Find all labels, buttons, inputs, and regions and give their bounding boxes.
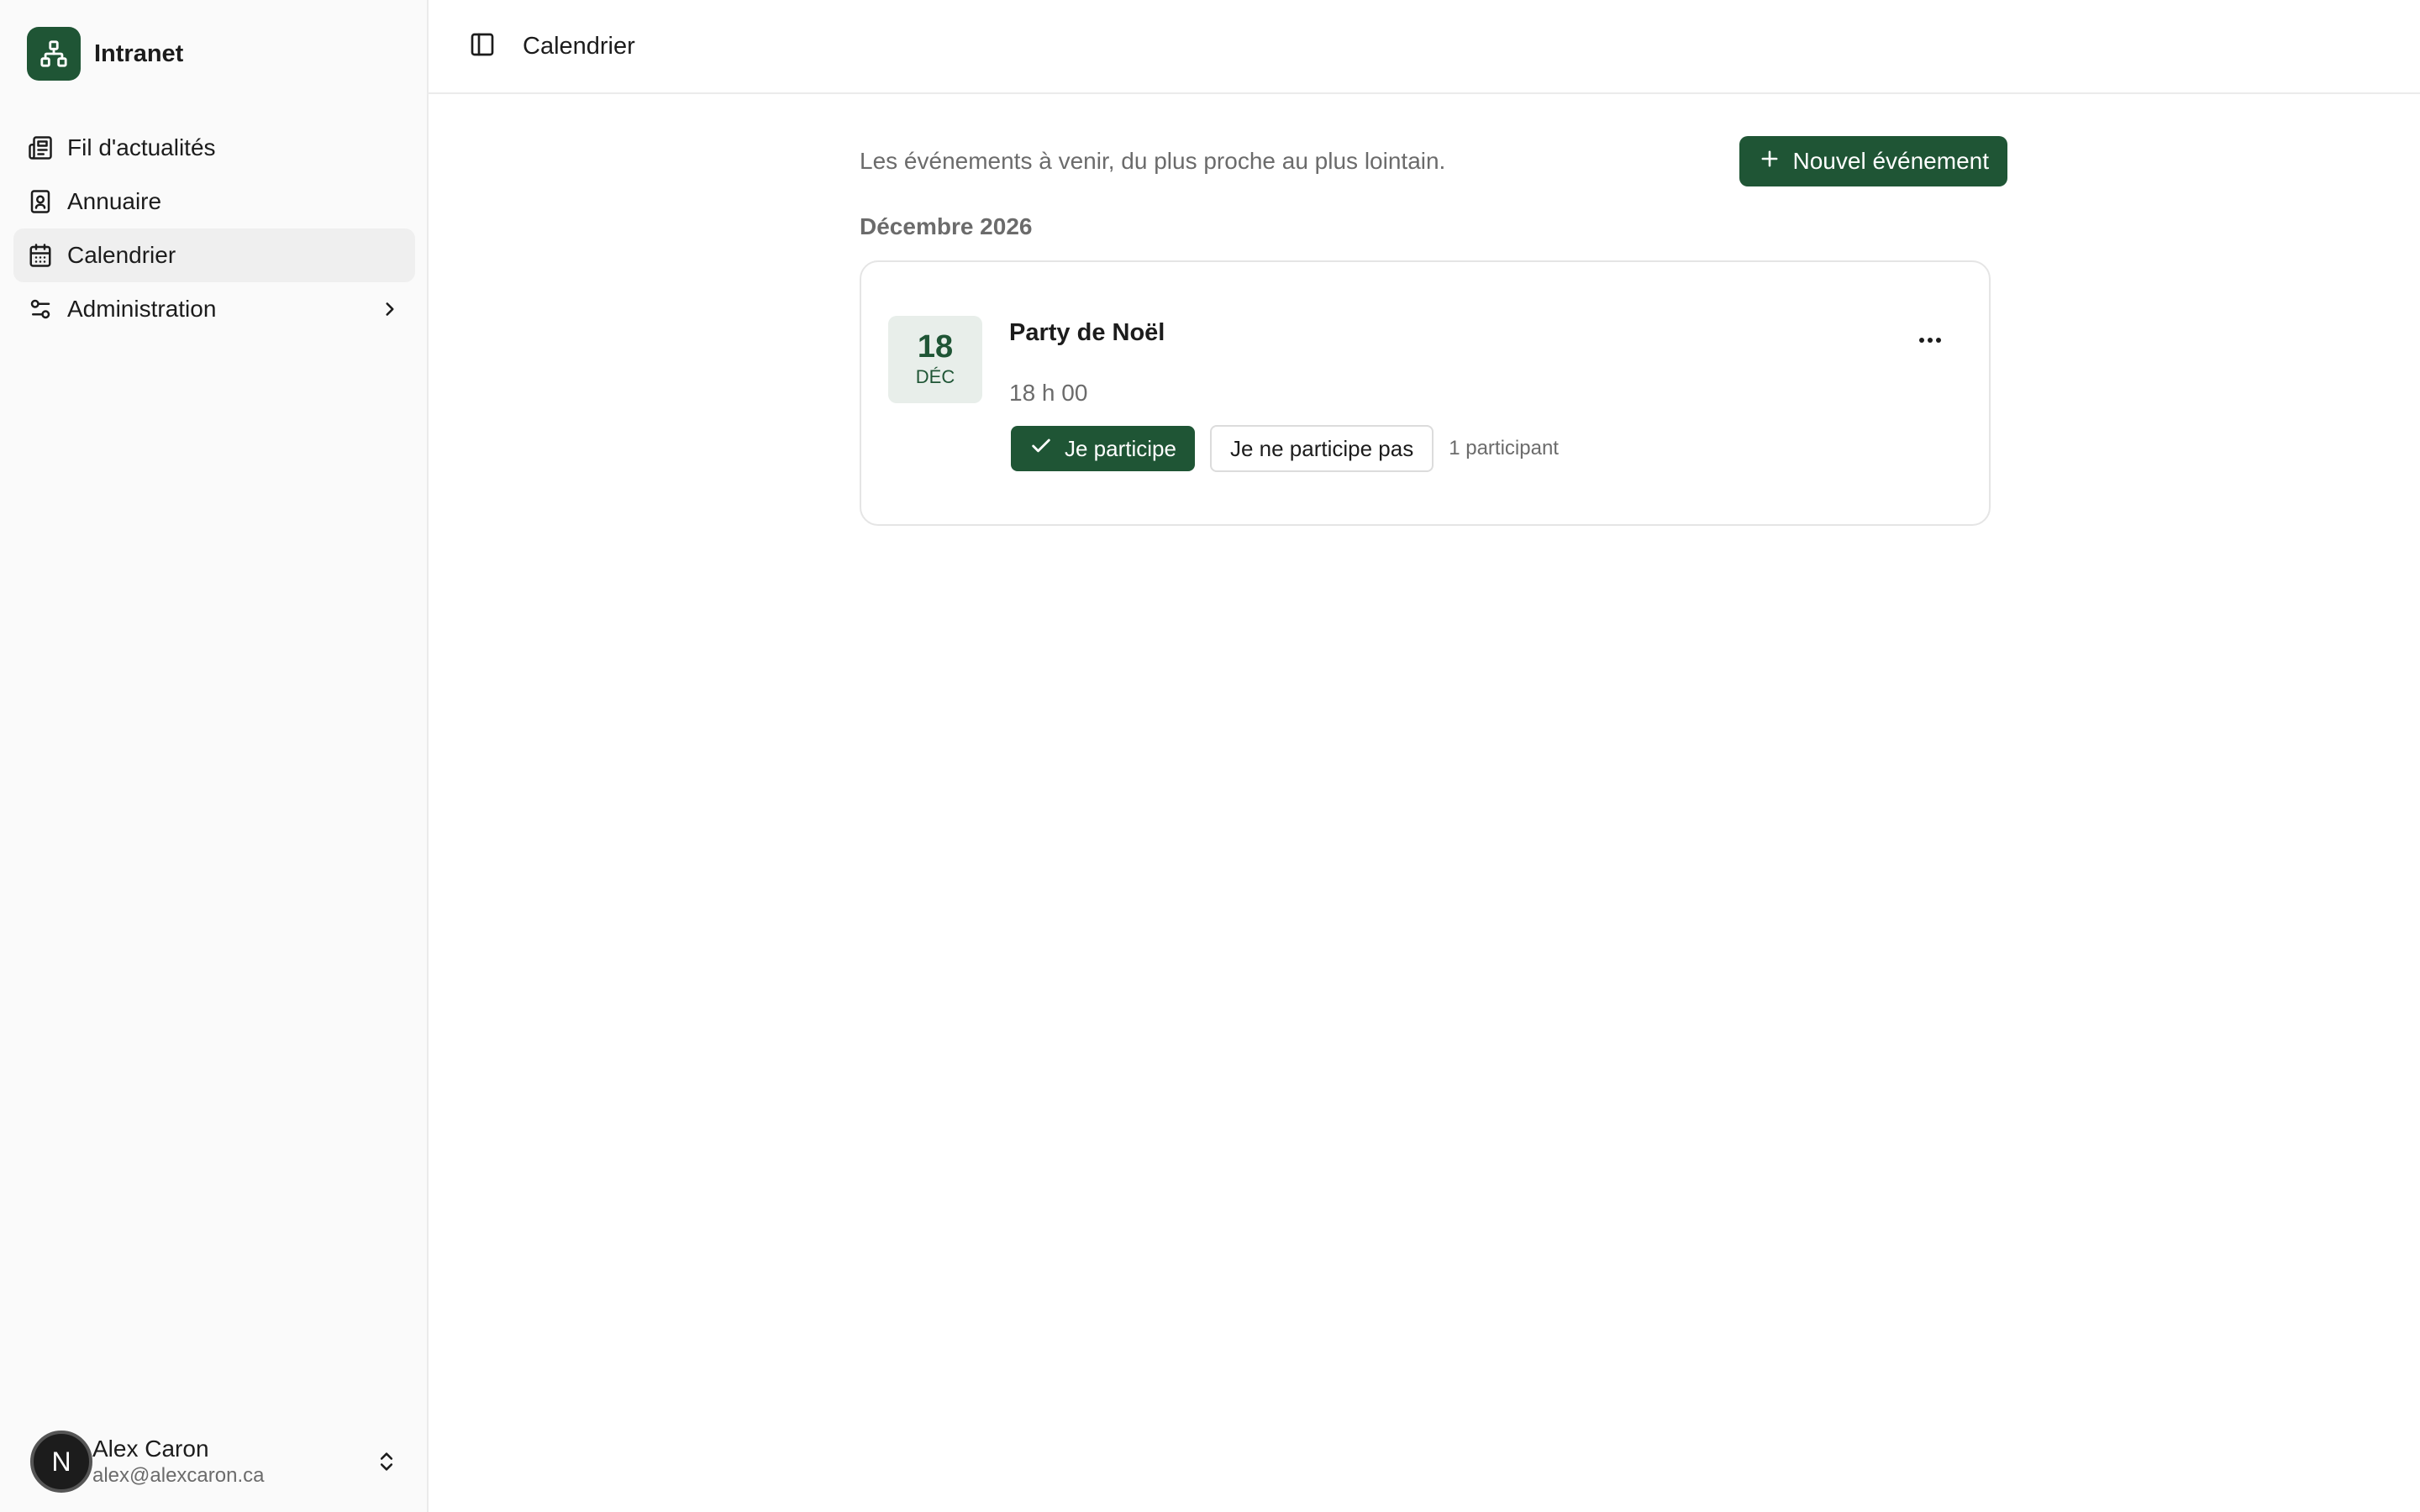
page-title: Calendrier [523,32,635,60]
event-more-button[interactable] [1913,331,1947,351]
check-icon [1029,434,1053,464]
chevron-right-icon [378,297,402,321]
page-subtitle: Les événements à venir, du plus proche a… [860,148,1446,174]
user-info: Alex Caron alex@alexcaron.ca [92,1436,373,1488]
content-header: Les événements à venir, du plus proche a… [860,136,2418,186]
sidebar: Intranet Fil d'actualités Annuaire Calen… [0,0,429,1512]
sitemap-icon [27,27,81,81]
event-day: 18 [917,329,954,365]
calendar-content: Les événements à venir, du plus proche a… [860,136,2418,526]
attend-button[interactable]: Je participe [1011,426,1195,471]
sidebar-item-label: Annuaire [67,188,162,214]
sidebar-toggle-button[interactable] [462,26,502,66]
app-name: Intranet [94,39,184,67]
event-actions: Je participe Je ne participe pas 1 parti… [1011,425,1559,472]
newspaper-icon [27,134,54,161]
decline-button[interactable]: Je ne participe pas [1209,425,1434,472]
event-card: 18 DÉC Party de Noël 18 h 00 Je particip… [860,260,1991,526]
event-time: 18 h 00 [1009,380,1088,406]
user-name: Alex Caron [92,1436,209,1462]
sidebar-nav: Fil d'actualités Annuaire Calendrier Adm… [13,121,415,336]
event-title: Party de Noël [1009,319,1165,346]
sidebar-item-label: Fil d'actualités [67,134,216,160]
panel-left-icon [469,31,496,62]
participant-count: 1 participant [1449,437,1559,459]
app-root: Intranet Fil d'actualités Annuaire Calen… [0,0,2420,1512]
contact-book-icon [27,188,54,215]
more-horizontal-icon [1918,333,1943,349]
avatar: N [30,1431,92,1493]
event-date-badge: 18 DÉC [888,316,982,403]
sidebar-item-calendar[interactable]: Calendrier [13,228,415,282]
brand[interactable]: Intranet [27,27,183,81]
sidebar-item-news[interactable]: Fil d'actualités [13,121,415,175]
sidebar-item-administration[interactable]: Administration [13,282,415,336]
settings-sliders-icon [27,296,54,323]
sidebar-item-label: Administration [67,296,217,322]
new-event-label: Nouvel événement [1792,148,1989,174]
user-menu[interactable]: N Alex Caron alex@alexcaron.ca [30,1428,400,1495]
topbar: Calendrier [429,0,2420,94]
plus-icon [1758,147,1781,176]
user-email: alex@alexcaron.ca [92,1464,265,1487]
sidebar-item-label: Calendrier [67,242,176,268]
sidebar-item-directory[interactable]: Annuaire [13,175,415,228]
calendar-icon [27,242,54,269]
chevrons-up-down-icon [373,1448,400,1475]
event-month: DÉC [915,365,955,387]
main-area: Calendrier Les événements à venir, du pl… [429,0,2420,1512]
month-heading: Décembre 2026 [860,213,1033,239]
new-event-button[interactable]: Nouvel événement [1739,136,2007,186]
attend-label: Je participe [1065,435,1176,461]
